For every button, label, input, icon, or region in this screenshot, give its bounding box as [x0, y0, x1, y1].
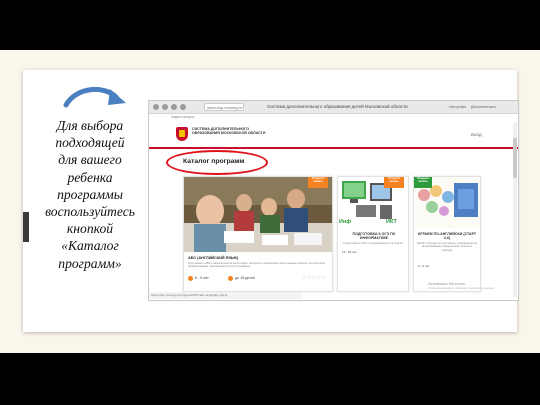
home-icon[interactable] [180, 104, 186, 110]
enrollment-badge[interactable]: Открыта запись [414, 176, 432, 188]
logo-text: Инф [339, 219, 352, 225]
highlight-oval [166, 150, 268, 175]
card-age: 14 - 15 лет [342, 250, 357, 254]
address-bar[interactable]: www.dop.mosreg.ru [204, 103, 244, 111]
top-letterbox [0, 0, 540, 50]
program-card[interactable]: Открыта запись АБС (АНГЛИЙСКИЙ ЯЗЫК) Про… [183, 176, 333, 292]
group-icon [228, 276, 233, 281]
extra-button[interactable]: Дополнительно [471, 103, 497, 111]
status-bar: https://dop.mosreg.ru/program/2676-abc-a… [149, 292, 301, 299]
moscow-region-emblem-icon[interactable] [176, 127, 188, 141]
bottom-letterbox [0, 353, 540, 405]
caption-line: для вашего [58, 152, 122, 168]
site-header: СИСТЕМА ДОПОЛНИТЕЛЬНОГО ОБРАЗОВАНИЯ МОСК… [149, 121, 518, 147]
tab-title: Система дополнительного образования дете… [267, 104, 408, 109]
page-scrollbar[interactable] [513, 122, 517, 297]
slide-left-accent [23, 212, 29, 242]
caption-line: «Каталог [61, 238, 119, 254]
back-icon[interactable] [153, 104, 159, 110]
caption-line: Для выбора [56, 118, 124, 133]
curved-arrow-icon [63, 86, 126, 108]
enrollment-badge[interactable]: Открыта запись [308, 176, 328, 188]
settings-button[interactable]: Настройки [449, 103, 469, 111]
card-description: Подготовка к ОГЭ по информатике в 9 клас… [343, 241, 403, 245]
card-group-size: до 15 детей [235, 276, 255, 280]
card-title[interactable]: ПОДГОТОВКА К ОГЭ ПО ИНФОРМАТИКЕ [344, 232, 404, 241]
ovz-label: ОВЗ [464, 178, 475, 184]
program-card[interactable]: Открыта запись ОВЗ ИГРАЕМ ПО-АНГЛИЙСКИ (… [413, 176, 481, 292]
caption-line: программ» [58, 255, 122, 271]
card-age: 6 - 9 лет [195, 276, 209, 280]
slide-caption: Для выбора подходящей для вашего ребенка… [32, 117, 148, 272]
login-link[interactable]: ВХОД [471, 132, 482, 137]
card-description: Программа «АБС» направлена на воспитание… [188, 262, 326, 269]
forward-icon[interactable] [162, 104, 168, 110]
scroll-thumb[interactable] [513, 138, 517, 178]
caption-line: кнопкой [66, 221, 114, 237]
rating-stars[interactable]: ☆☆☆☆☆ [302, 275, 326, 281]
emblem-center [179, 130, 185, 137]
bookmarks-bar[interactable]: Задать вопрос [171, 115, 195, 119]
caption-line: подходящей [55, 135, 125, 151]
reload-icon[interactable] [171, 104, 177, 110]
site-title[interactable]: СИСТЕМА ДОПОЛНИТЕЛЬНОГО ОБРАЗОВАНИЯ МОСК… [192, 127, 272, 136]
header-divider [149, 147, 518, 149]
card-description: ДООП «Играем по-английски» направлена на… [417, 241, 477, 252]
caption-line: ребенка [67, 169, 113, 185]
caption-line: воспользуйтесь [45, 204, 135, 220]
card-age: 4 - 6 лет [418, 264, 430, 268]
card-photo [184, 177, 332, 252]
logo-text: ИКТ [386, 219, 397, 225]
caption-line: программы [57, 186, 123, 202]
card-title[interactable]: АБС (АНГЛИЙСКИЙ ЯЗЫК) [188, 256, 238, 260]
windows-activation-hint: Чтобы активировать Windows, перейдите в … [428, 286, 497, 290]
enrollment-badge[interactable]: Открыта запись [384, 176, 404, 188]
person-icon [188, 276, 193, 281]
program-card[interactable]: Инф ИКТ Открыта запись ПОДГОТОВКА К ОГЭ … [337, 176, 409, 292]
browser-toolbar: www.dop.mosreg.ru Система дополнительног… [149, 101, 518, 114]
card-title[interactable]: ИГРАЕМ ПО-АНГЛИЙСКИ (СТАРТ 4-6) [417, 232, 477, 241]
browser-screenshot: www.dop.mosreg.ru Система дополнительног… [148, 100, 519, 301]
